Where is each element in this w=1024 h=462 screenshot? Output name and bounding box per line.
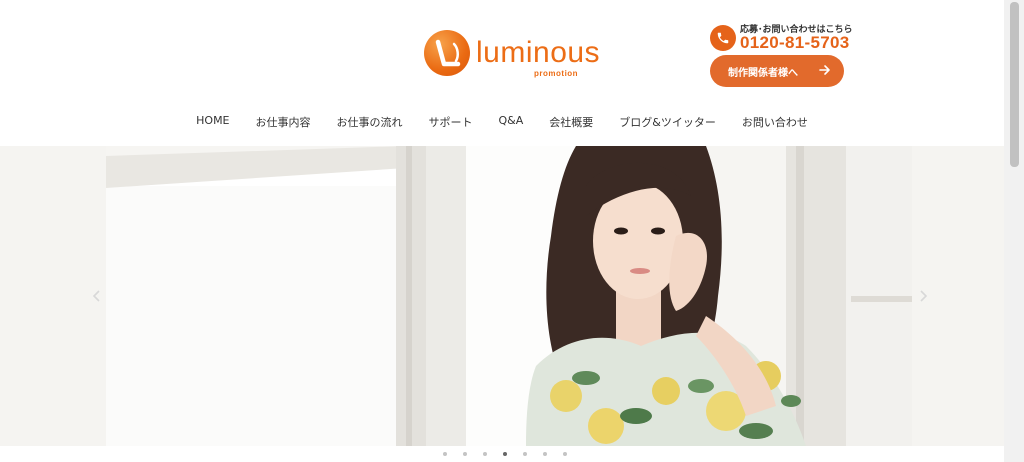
- slider-dot[interactable]: [443, 452, 447, 456]
- slider-pagination: [443, 452, 583, 456]
- chevron-right-icon[interactable]: [918, 290, 928, 302]
- phone-icon: [710, 25, 736, 51]
- nav-company[interactable]: 会社概要: [549, 114, 593, 130]
- slider-dot[interactable]: [483, 452, 487, 456]
- slider-dot[interactable]: [563, 452, 567, 456]
- slider-dot[interactable]: [523, 452, 527, 456]
- nav-faq[interactable]: Q&A: [499, 114, 524, 130]
- nav-support[interactable]: サポート: [429, 114, 473, 130]
- scrollbar-thumb[interactable]: [1010, 2, 1019, 167]
- chevron-left-icon[interactable]: [92, 290, 102, 302]
- cta-label: 制作関係者様へ: [728, 67, 798, 79]
- logo-mark-icon: [424, 30, 470, 76]
- arrow-right-icon: [818, 63, 832, 80]
- nav-job-description[interactable]: お仕事内容: [256, 114, 311, 130]
- main-nav: HOME お仕事内容 お仕事の流れ サポート Q&A 会社概要 ブログ&ツイッタ…: [0, 114, 1004, 130]
- nav-contact[interactable]: お問い合わせ: [742, 114, 808, 130]
- industry-contact-button[interactable]: 制作関係者様へ: [710, 55, 844, 87]
- page-scrollbar[interactable]: [1004, 0, 1024, 462]
- nav-blog-twitter[interactable]: ブログ&ツイッター: [619, 114, 716, 130]
- slider-dot[interactable]: [463, 452, 467, 456]
- hero-slide-image: [106, 146, 912, 446]
- phone-number[interactable]: 0120-81-5703: [740, 33, 849, 53]
- nav-work-flow[interactable]: お仕事の流れ: [337, 114, 403, 130]
- nav-home[interactable]: HOME: [196, 114, 229, 130]
- brand-tagline: promotion: [534, 69, 579, 78]
- brand-name: luminous: [476, 36, 601, 69]
- slider-dot-active[interactable]: [503, 452, 507, 456]
- brand-logo[interactable]: luminous promotion: [424, 30, 601, 78]
- slider-dot[interactable]: [543, 452, 547, 456]
